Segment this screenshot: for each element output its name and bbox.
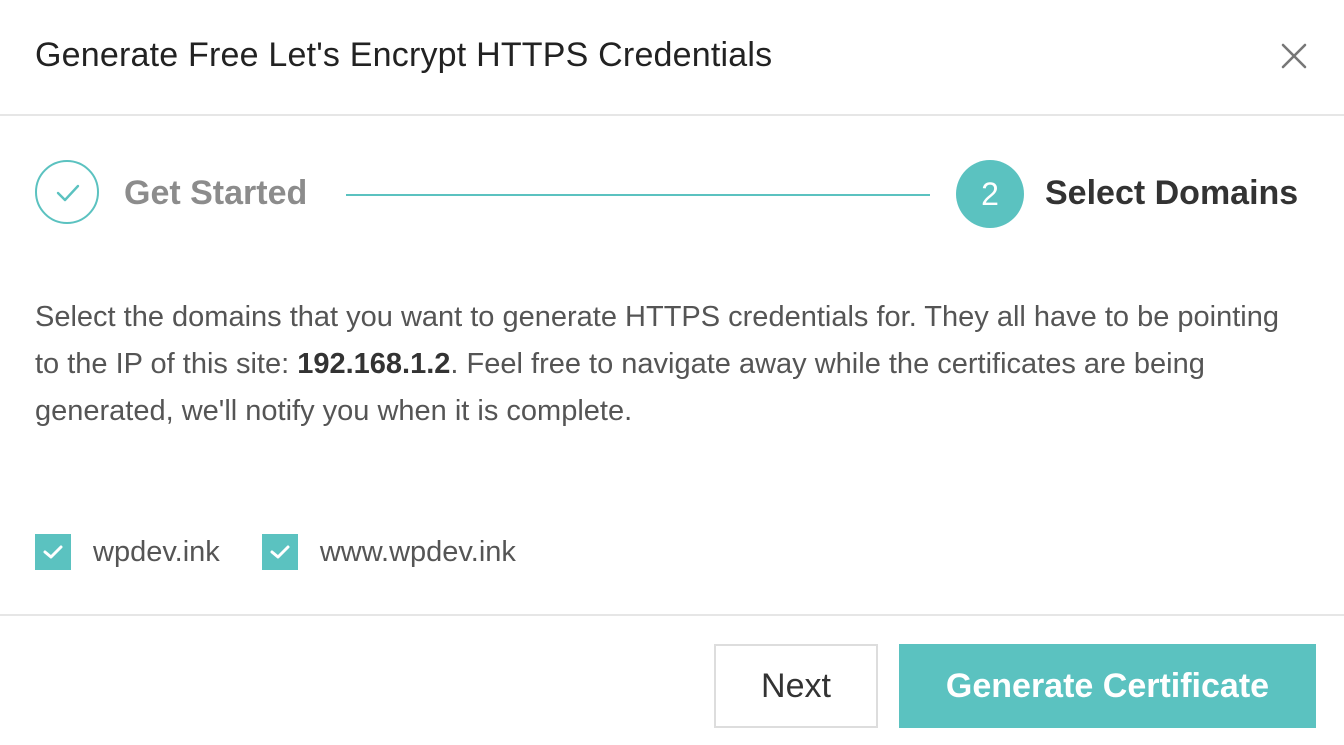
step-connector bbox=[346, 194, 930, 196]
domain-label: wpdev.ink bbox=[93, 535, 220, 568]
domain-label: www.wpdev.ink bbox=[319, 535, 516, 568]
site-ip-address: 192.168.1.2 bbox=[297, 348, 451, 380]
check-icon bbox=[56, 184, 80, 202]
step-get-started-label: Get Started bbox=[124, 174, 308, 212]
domain-list: wpdev.ink www.wpdev.ink bbox=[35, 532, 558, 572]
https-credentials-dialog: Generate Free Let's Encrypt HTTPS Creden… bbox=[0, 0, 1344, 745]
stepper: Get Started 2 Select Domains bbox=[0, 158, 1344, 230]
step-select-domains-number: 2 bbox=[956, 160, 1024, 228]
checkmark-icon bbox=[270, 545, 290, 559]
domain-checkbox[interactable] bbox=[261, 534, 298, 570]
dialog-title: Generate Free Let's Encrypt HTTPS Creden… bbox=[35, 36, 773, 74]
next-button[interactable]: Next bbox=[714, 644, 878, 728]
dialog-footer: Next Generate Certificate bbox=[0, 614, 1344, 745]
step-select-domains-label: Select Domains bbox=[1045, 174, 1299, 212]
domain-checkbox[interactable] bbox=[35, 534, 71, 570]
step-get-started-indicator bbox=[35, 160, 99, 224]
domain-option-www-wpdev-ink[interactable]: www.wpdev.ink bbox=[261, 534, 516, 570]
dialog-header: Generate Free Let's Encrypt HTTPS Creden… bbox=[0, 0, 1344, 116]
instructions-text: Select the domains that you want to gene… bbox=[35, 294, 1305, 435]
checkmark-icon bbox=[43, 545, 63, 559]
close-button[interactable] bbox=[1276, 38, 1312, 74]
close-icon bbox=[1281, 43, 1307, 69]
generate-certificate-button[interactable]: Generate Certificate bbox=[899, 644, 1316, 728]
domain-option-wpdev-ink[interactable]: wpdev.ink bbox=[35, 534, 220, 570]
